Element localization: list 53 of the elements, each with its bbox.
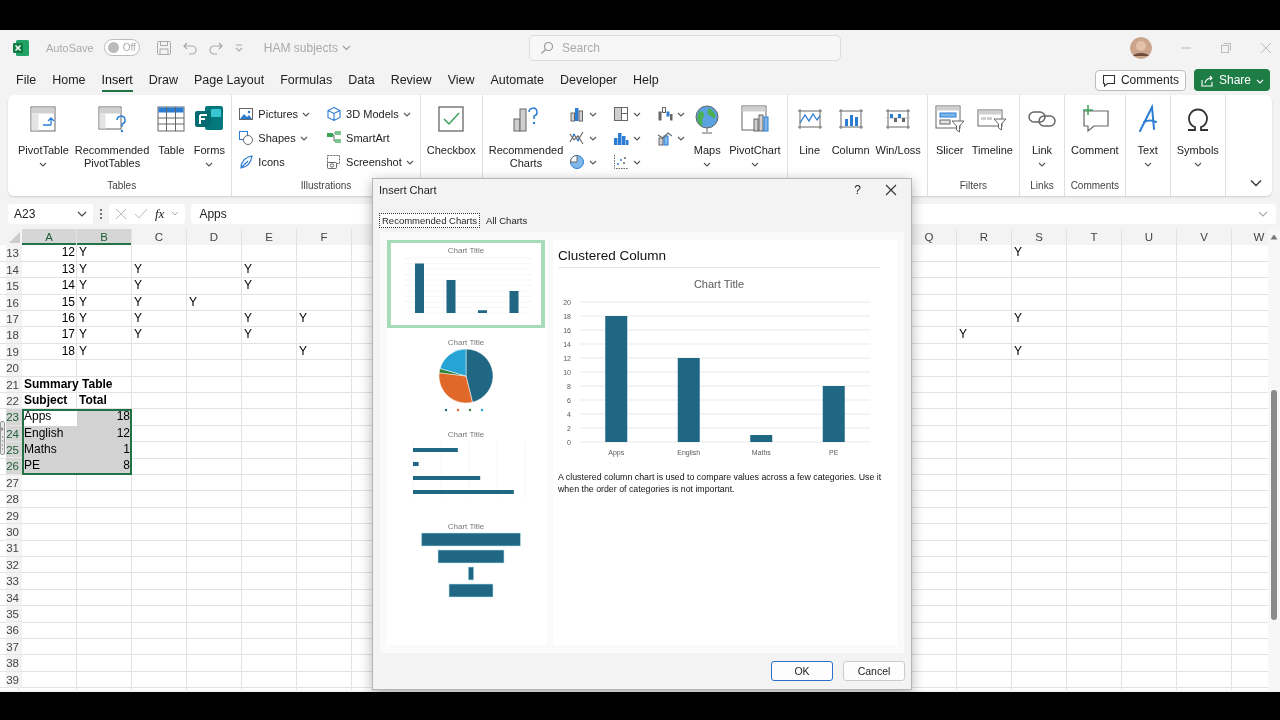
cell-text: Y (958, 327, 968, 344)
group-label: Links (1030, 180, 1054, 191)
cell-text: Y (298, 310, 308, 327)
cell-text: Y (78, 245, 88, 262)
chart-title: Chart Title (447, 522, 485, 531)
chart-title: Chart Title (447, 246, 485, 255)
cell-text: Y (78, 294, 88, 311)
cell-text: Total (78, 392, 108, 409)
cell-text: Y (243, 278, 253, 295)
cell-text: 13 (60, 261, 76, 278)
cell-text: Y (1013, 245, 1023, 262)
cell-text: Y (133, 310, 143, 327)
chart-type-heading: Clustered Column (558, 248, 880, 268)
cell-text: Y (133, 294, 143, 311)
group-label: Tables (107, 180, 137, 191)
cell-text: Y (78, 261, 88, 278)
chart-title: Chart Title (693, 278, 745, 290)
cell-text: Y (78, 327, 88, 344)
chart-title: Chart Title (447, 338, 485, 347)
cell-text: 12 (60, 245, 76, 262)
cell: 18 (77, 409, 132, 426)
cell: PE (22, 458, 77, 475)
cell-text: 17 (60, 327, 76, 344)
chart-title: Chart Title (447, 430, 485, 439)
cell-text: Subject (23, 392, 69, 409)
cell-text: Y (78, 278, 88, 295)
cell-text: Y (1013, 343, 1023, 360)
cell-text: Y (133, 278, 143, 295)
cell-text: Y (243, 310, 253, 327)
cell: 1 (77, 442, 132, 459)
cell: Maths (22, 442, 77, 459)
cell-text: Y (243, 327, 253, 344)
cell-text: 15 (60, 294, 76, 311)
cell-text: Y (298, 343, 308, 360)
cell-text: 16 (60, 310, 76, 327)
cell-text: Y (243, 261, 253, 278)
cell-text: Y (78, 343, 88, 360)
cell: 8 (77, 458, 132, 475)
cell-text: Y (78, 310, 88, 327)
cell-text: 14 (60, 278, 76, 295)
group-label: Illustrations (300, 180, 352, 191)
cell-text: Y (133, 327, 143, 344)
cell-text: Y (133, 261, 143, 278)
cell: Apps (22, 409, 77, 426)
group-label: Comments (1070, 180, 1119, 191)
cell-text: Y (1013, 310, 1023, 327)
chart-description: A clustered column chart is used to compare values across a few categories. Use it when the order of categories is not important. (558, 471, 883, 495)
cell-text: Summary Table (23, 376, 114, 393)
cell-text: Y (188, 294, 198, 311)
autosave-label: AutoSave (46, 41, 94, 54)
cell-text: 18 (60, 343, 76, 360)
dialog-title: Insert Chart (379, 184, 437, 196)
group-label: Filters (959, 180, 987, 191)
